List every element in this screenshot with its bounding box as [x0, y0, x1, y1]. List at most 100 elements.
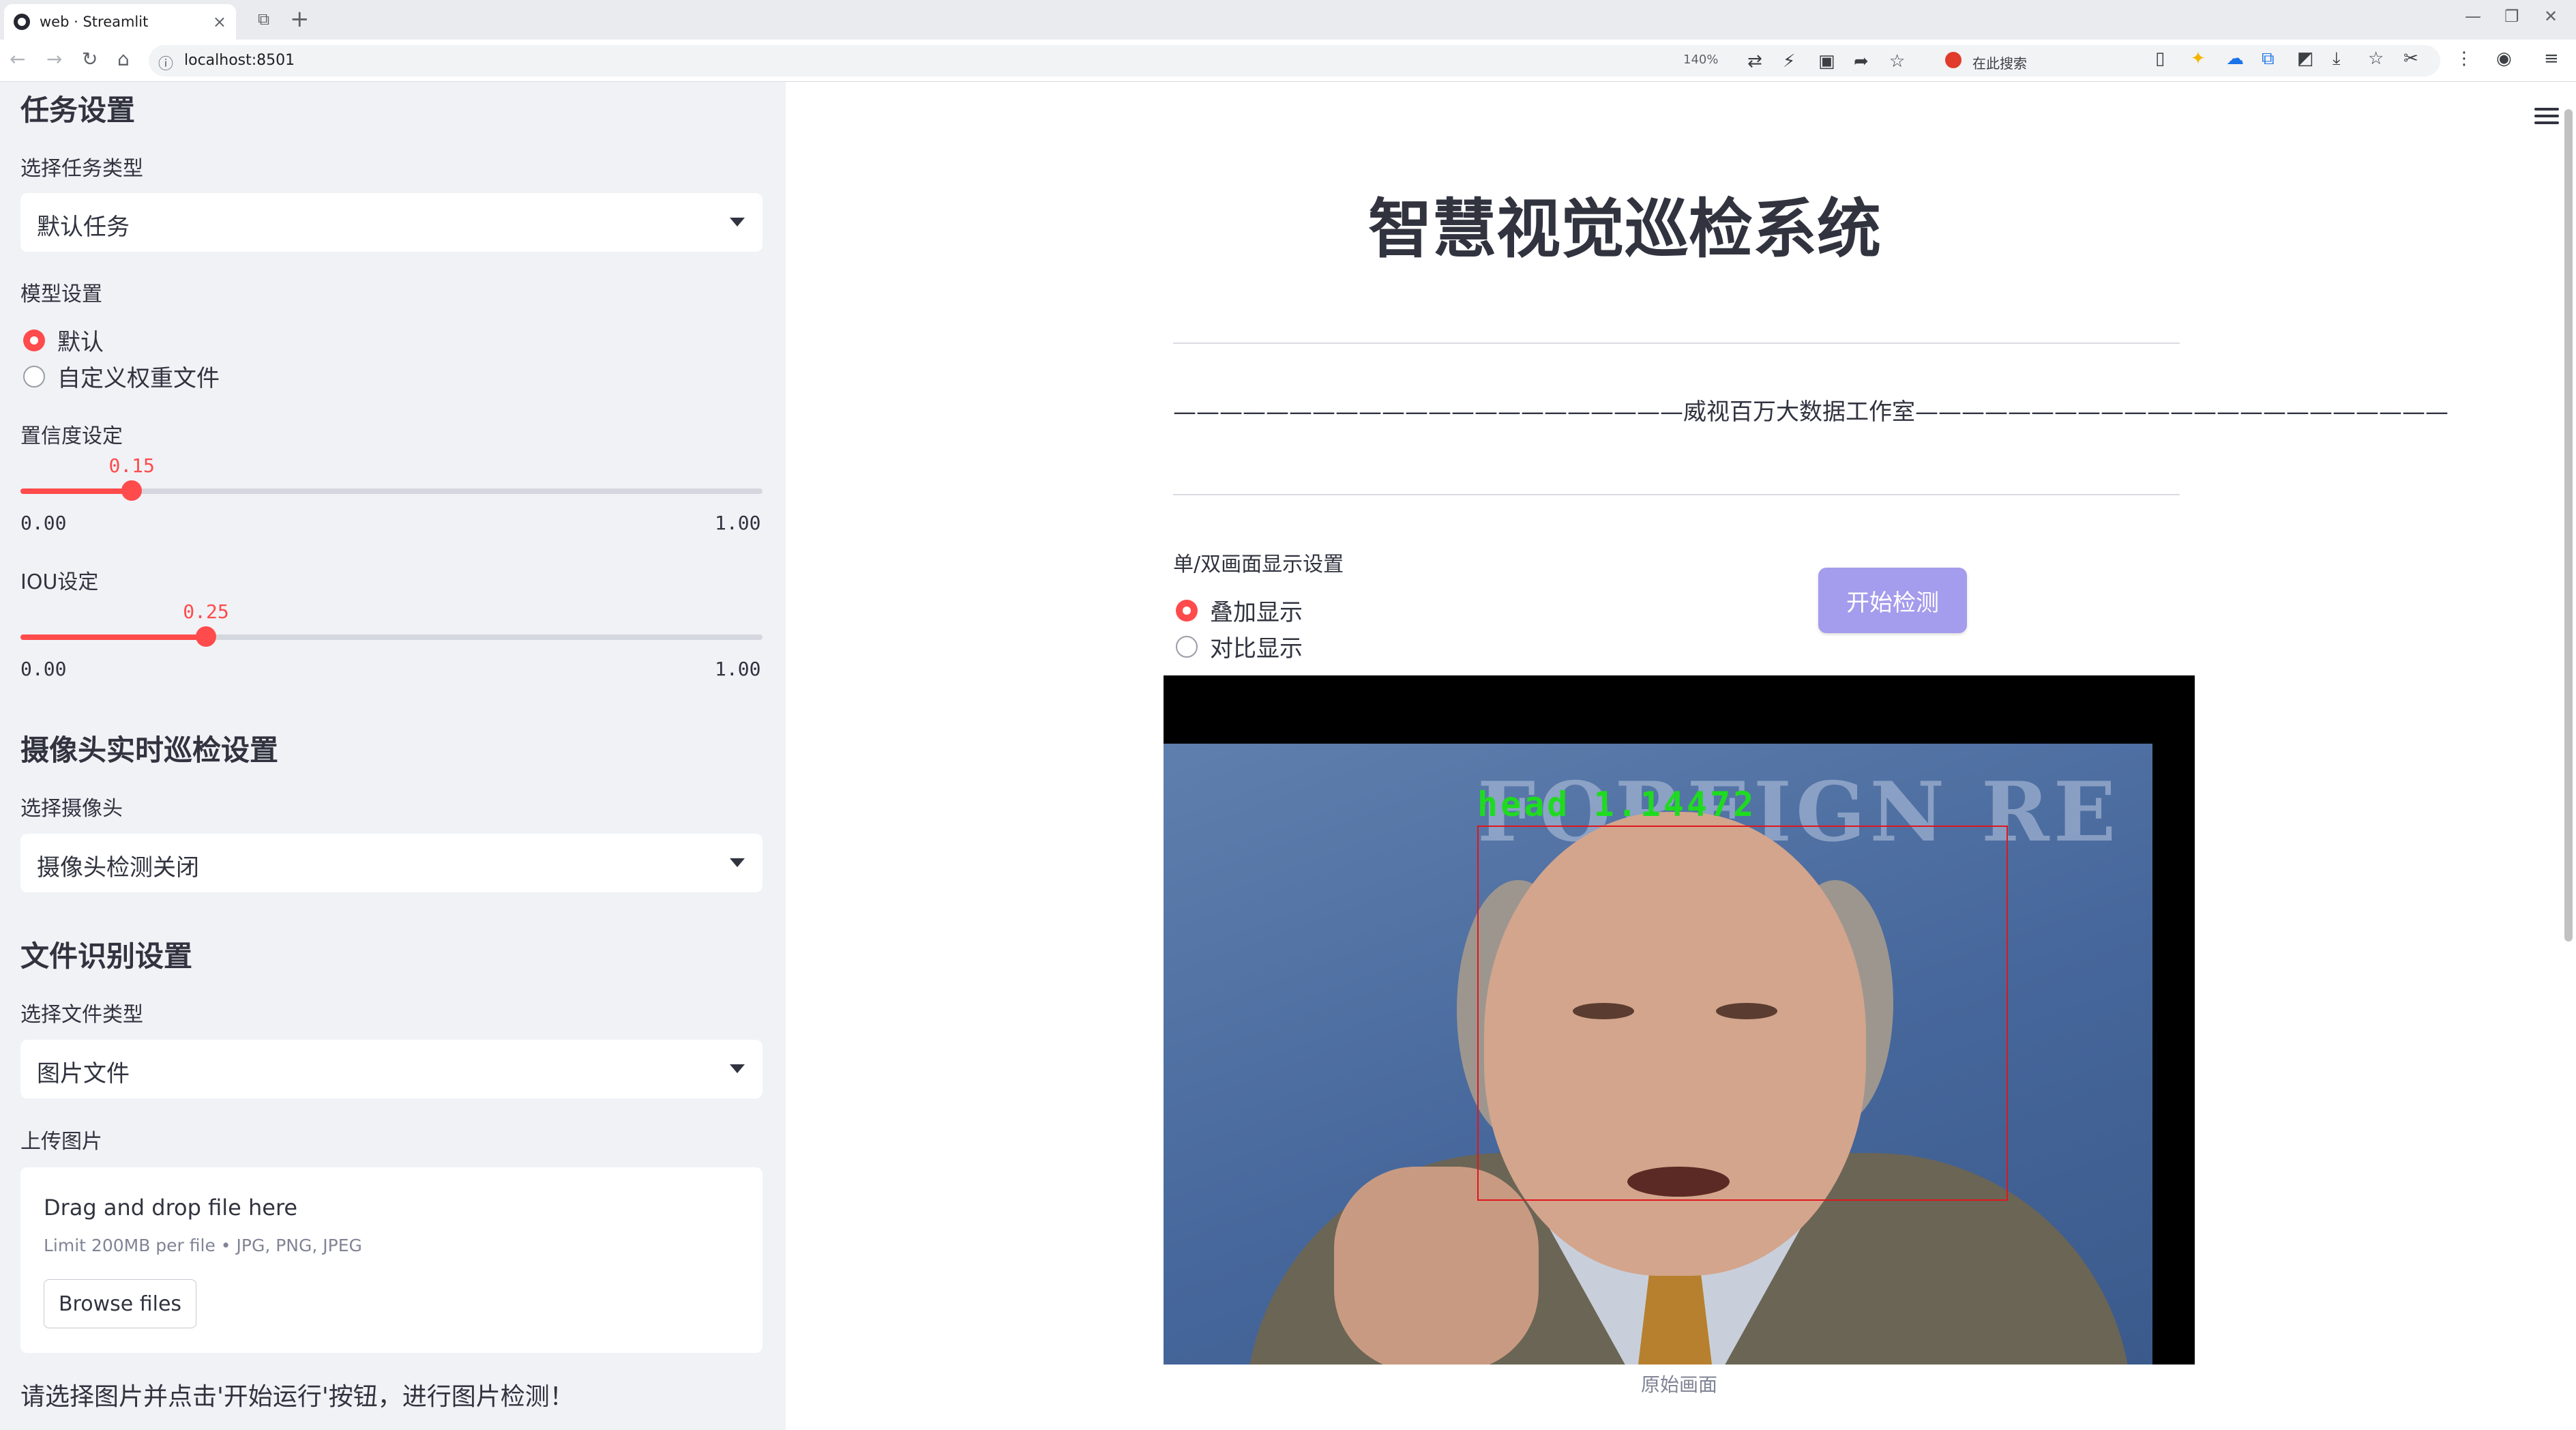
- confidence-label: 置信度设定: [20, 424, 123, 448]
- task-type-select[interactable]: 默认任务: [20, 193, 763, 252]
- sidebar: 任务设置 选择任务类型 默认任务 模型设置 默认 自定义权重文件 置信度设定 0…: [0, 82, 786, 1430]
- tab-title: web · Streamlit: [40, 14, 149, 30]
- file-type-label: 选择文件类型: [20, 1003, 143, 1027]
- studio-subtitle: ——————————————————————威视百万大数据工作室————————…: [1173, 398, 2448, 426]
- detection-bounding-box: [1477, 826, 2008, 1201]
- slider-thumb[interactable]: [196, 626, 216, 647]
- model-settings-label: 模型设置: [20, 282, 102, 306]
- lightning-icon[interactable]: ⚡: [1783, 51, 1795, 72]
- radio-selected-icon[interactable]: [23, 329, 45, 351]
- detection-label: head 1.14472: [1477, 785, 1757, 824]
- chevron-down-icon: [730, 1064, 745, 1073]
- screenshot-icon[interactable]: ▣: [1818, 51, 1835, 72]
- more-menu-icon[interactable]: ⋮: [2455, 48, 2473, 69]
- download-icon[interactable]: ⤓: [2333, 48, 2341, 70]
- file-dropzone[interactable]: Drag and drop file here Limit 200MB per …: [20, 1167, 763, 1353]
- forward-icon[interactable]: →: [46, 48, 62, 70]
- iou-label: IOU设定: [20, 570, 99, 594]
- main-content: 智慧视觉巡检系统 ——————————————————————威视百万大数据工作…: [786, 82, 2576, 1430]
- hamburger-menu-icon[interactable]: [2534, 108, 2559, 128]
- url-field[interactable]: ⓘ localhost:8501 140% ⇄ ⚡ ▣ ➦ ☆ 在此搜索: [149, 45, 2440, 76]
- new-tab-button[interactable]: +: [290, 5, 310, 33]
- model-option-custom[interactable]: 自定义权重文件: [23, 360, 220, 393]
- tab-close-icon[interactable]: ×: [213, 12, 226, 31]
- search-engine-icon: [1945, 52, 1961, 68]
- sidebar-hint: 请选择图片并点击'开始运行'按钮，进行图片检测！: [20, 1383, 574, 1411]
- camera-settings-heading: 摄像头实时巡检设置: [20, 733, 279, 767]
- start-detection-button[interactable]: 开始检测: [1818, 568, 1967, 633]
- task-settings-heading: 任务设置: [20, 93, 136, 127]
- streamlit-favicon-icon: [14, 14, 30, 30]
- cut-icon[interactable]: ✂: [2403, 48, 2418, 69]
- radio-selected-icon[interactable]: [1176, 599, 1198, 622]
- profile-avatar-icon[interactable]: ◉: [2496, 48, 2512, 69]
- dropzone-limit: Limit 200MB per file • JPG, PNG, JPEG: [44, 1236, 362, 1255]
- scrollbar[interactable]: [2564, 109, 2573, 942]
- detection-image: FOREIGN RE head 1.14472: [1164, 675, 2195, 1365]
- radio-unselected-icon[interactable]: [23, 365, 45, 388]
- file-settings-heading: 文件识别设置: [20, 939, 193, 973]
- favorites-icon[interactable]: ☆: [2368, 48, 2384, 69]
- phone-icon[interactable]: ▯: [2155, 48, 2165, 69]
- chevron-down-icon: [730, 218, 745, 227]
- address-bar: ← → ↻ ⌂ ⓘ localhost:8501 140% ⇄ ⚡ ▣ ➦ ☆ …: [0, 40, 2576, 82]
- home-icon[interactable]: ⌂: [117, 48, 130, 70]
- model-option-default[interactable]: 默认: [23, 323, 104, 357]
- dropzone-text: Drag and drop file here: [44, 1195, 298, 1221]
- slider-fill: [20, 488, 132, 494]
- bookmark-star-icon[interactable]: ☆: [1889, 51, 1905, 72]
- restore-icon[interactable]: ❐: [2504, 7, 2519, 26]
- radio-unselected-icon[interactable]: [1176, 635, 1198, 658]
- iou-slider[interactable]: [20, 626, 763, 647]
- display-mode-option: 对比显示: [1210, 635, 1303, 662]
- display-mode-overlay[interactable]: 叠加显示: [1176, 594, 1303, 627]
- display-mode-option: 叠加显示: [1210, 599, 1303, 626]
- search-placeholder: 在此搜索: [1972, 55, 2027, 72]
- url-text: localhost:8501: [184, 52, 295, 69]
- slider-thumb[interactable]: [121, 480, 143, 501]
- camera-select-label: 选择摄像头: [20, 797, 123, 821]
- task-type-value: 默认任务: [37, 214, 130, 241]
- search-box[interactable]: 在此搜索: [1937, 45, 2142, 76]
- iou-max: 1.00: [715, 658, 761, 680]
- iou-value: 0.25: [183, 600, 229, 623]
- camera-select[interactable]: 摄像头检测关闭: [20, 834, 763, 892]
- browse-files-button[interactable]: Browse files: [44, 1279, 196, 1328]
- translate-icon[interactable]: ⇄: [1747, 51, 1762, 72]
- confidence-min: 0.00: [20, 512, 67, 534]
- slider-fill: [20, 634, 206, 640]
- site-info-icon[interactable]: ⓘ: [158, 52, 173, 74]
- browser-menu-icon[interactable]: ≡: [2544, 48, 2559, 69]
- back-icon[interactable]: ←: [10, 48, 25, 70]
- confidence-max: 1.00: [715, 512, 761, 534]
- share-icon[interactable]: ➦: [1854, 51, 1869, 72]
- extension-app-icon[interactable]: ◩: [2297, 48, 2314, 69]
- minimize-icon[interactable]: —: [2465, 7, 2481, 26]
- camera-select-value: 摄像头检测关闭: [37, 854, 199, 881]
- file-type-value: 图片文件: [37, 1060, 130, 1088]
- extension-cloud-icon[interactable]: ☁: [2226, 48, 2244, 69]
- display-mode-label: 单/双画面显示设置: [1173, 553, 1344, 577]
- divider: [1173, 494, 2180, 495]
- page-title: 智慧视觉巡检系统: [1367, 192, 1881, 267]
- close-window-icon[interactable]: ✕: [2544, 7, 2558, 26]
- confidence-value: 0.15: [108, 454, 155, 477]
- tab-groups-icon[interactable]: ⧉: [258, 10, 269, 29]
- upload-label: 上传图片: [20, 1130, 102, 1154]
- display-mode-compare[interactable]: 对比显示: [1176, 630, 1303, 663]
- extension-translate-icon[interactable]: ⧉: [2262, 48, 2275, 70]
- task-type-label: 选择任务类型: [20, 157, 143, 181]
- confidence-slider[interactable]: [20, 480, 763, 501]
- file-type-select[interactable]: 图片文件: [20, 1040, 763, 1098]
- browser-tabbar: web · Streamlit × ⧉ + — ❐ ✕: [0, 0, 2576, 40]
- iou-min: 0.00: [20, 658, 67, 680]
- model-option-label: 自定义权重文件: [57, 365, 220, 392]
- image-caption: 原始画面: [1640, 1373, 1717, 1396]
- chevron-down-icon: [730, 858, 745, 867]
- extension-icon[interactable]: ✦: [2191, 48, 2206, 69]
- reload-icon[interactable]: ↻: [82, 48, 98, 70]
- browser-tab[interactable]: web · Streamlit ×: [4, 4, 236, 40]
- divider: [1173, 342, 2180, 344]
- model-option-label: 默认: [57, 329, 104, 356]
- zoom-level[interactable]: 140%: [1683, 53, 1718, 67]
